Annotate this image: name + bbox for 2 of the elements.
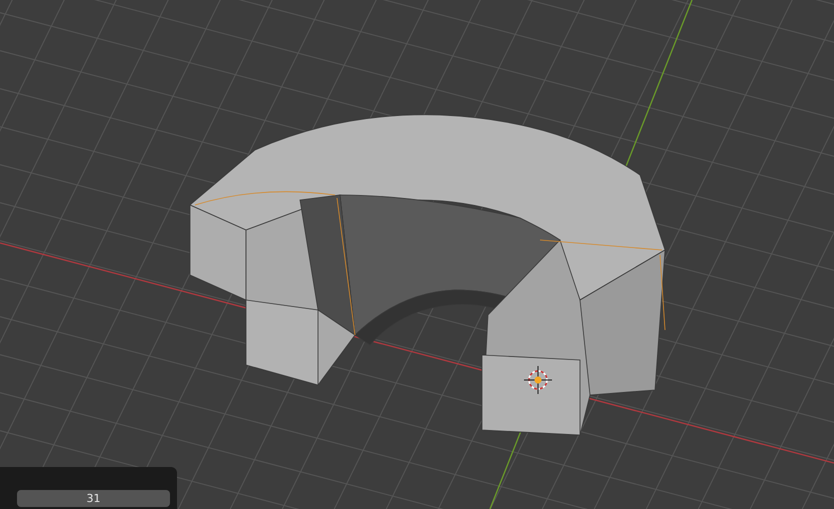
3d-cursor-icon	[524, 366, 552, 394]
number-field[interactable]: 31	[17, 490, 170, 507]
